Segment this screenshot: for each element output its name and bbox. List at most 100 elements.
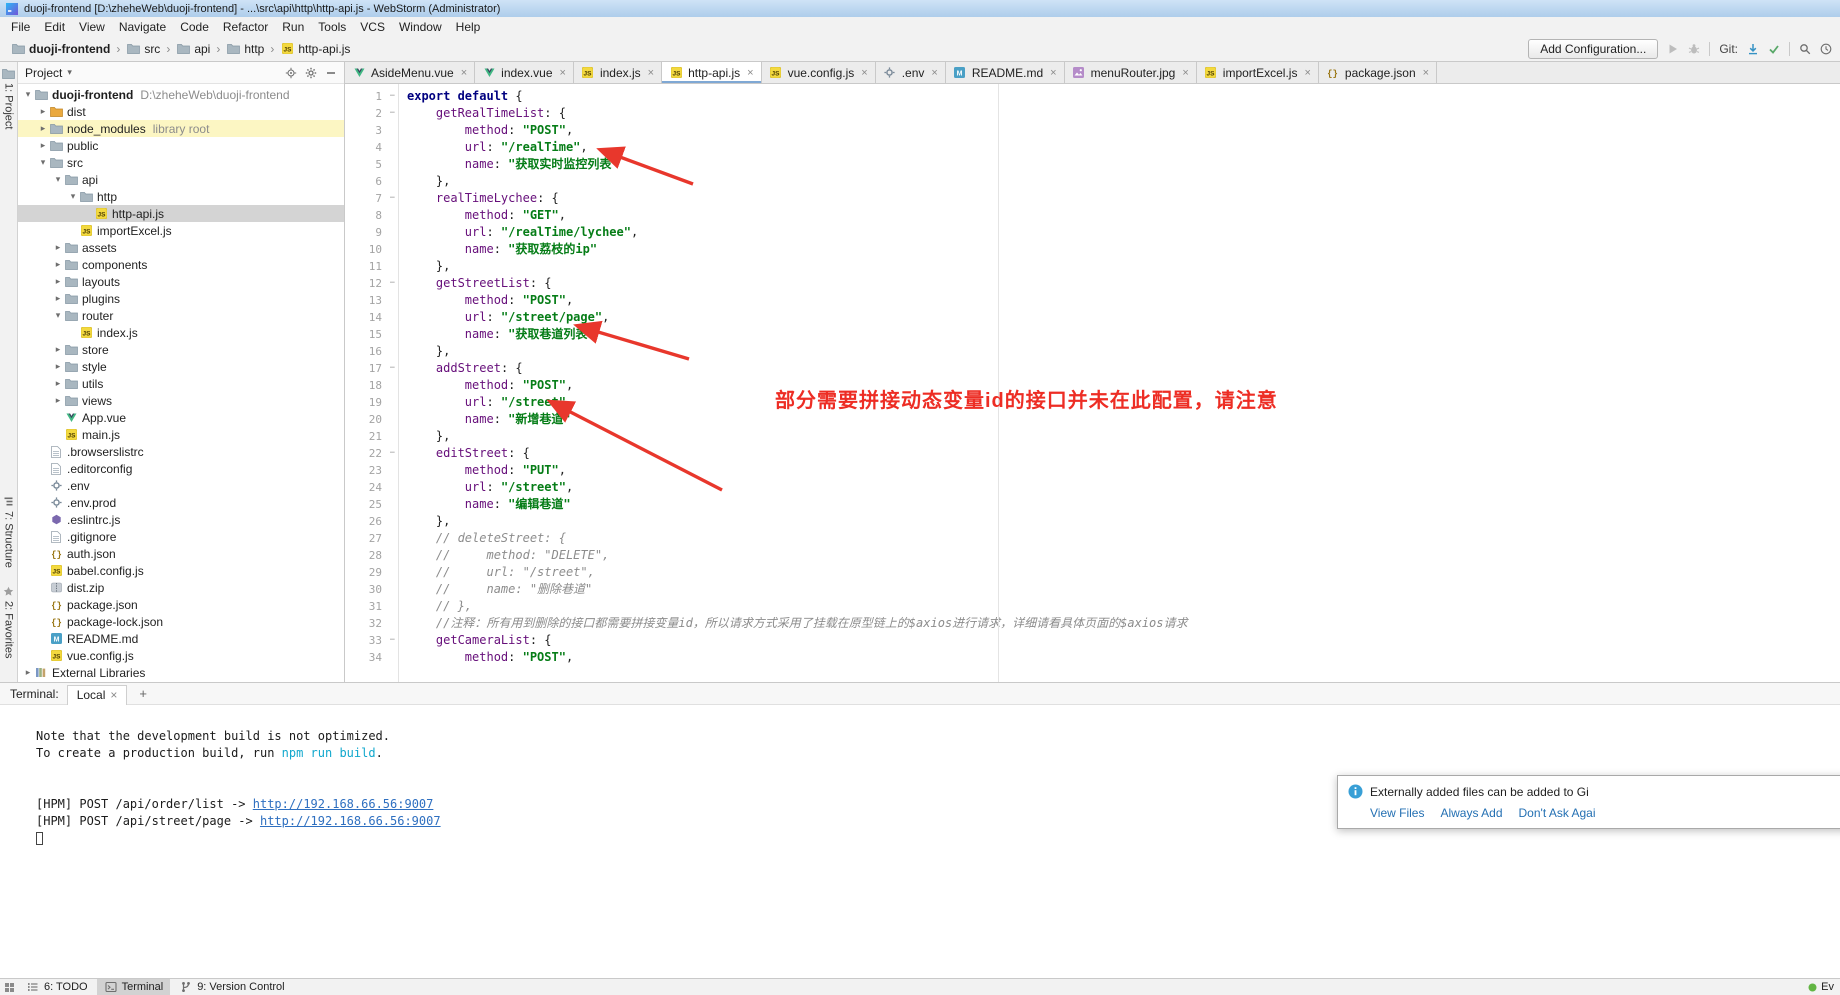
locate-file-icon[interactable] (285, 67, 297, 79)
tree-item-http[interactable]: ▾http (18, 188, 344, 205)
search-everywhere-icon[interactable] (1799, 43, 1811, 55)
chevron-down-icon[interactable]: ▾ (37, 157, 49, 168)
menu-run[interactable]: Run (275, 18, 311, 36)
hide-panel-icon[interactable] (325, 67, 337, 79)
tree-item-http-api-js[interactable]: JShttp-api.js (18, 205, 344, 222)
chevron-right-icon[interactable]: ▸ (52, 361, 64, 372)
toolwindow-terminal[interactable]: Terminal (97, 979, 171, 995)
chevron-down-icon[interactable]: ▾ (67, 191, 79, 202)
tree-item-api[interactable]: ▾api (18, 171, 344, 188)
tree-item-style[interactable]: ▸style (18, 358, 344, 375)
code-area[interactable]: 1−2−34567−89101112−1314151617−1819202122… (345, 84, 1840, 682)
toolwindow-6-todo[interactable]: 6: TODO (19, 979, 95, 995)
menu-file[interactable]: File (4, 18, 37, 36)
fold-icon[interactable]: − (390, 105, 395, 122)
close-icon[interactable]: × (110, 688, 117, 702)
tree-item-dist-zip[interactable]: dist.zip (18, 579, 344, 596)
tree-item-readme-md[interactable]: MREADME.md (18, 630, 344, 647)
tree-item-plugins[interactable]: ▸plugins (18, 290, 344, 307)
menu-tools[interactable]: Tools (311, 18, 353, 36)
tab-readme-md[interactable]: MREADME.md× (946, 62, 1065, 83)
tree-item-main-js[interactable]: JSmain.js (18, 426, 344, 443)
tree-item-auth-json[interactable]: {}auth.json (18, 545, 344, 562)
fold-icon[interactable]: − (390, 360, 395, 377)
breadcrumb-src[interactable]: src (123, 41, 163, 57)
tree-item-node-modules[interactable]: ▸node_moduleslibrary root (18, 120, 344, 137)
tree-item-editorconfig[interactable]: .editorconfig (18, 460, 344, 477)
menu-vcs[interactable]: VCS (353, 18, 392, 36)
breadcrumb-http[interactable]: http (223, 41, 267, 57)
menu-view[interactable]: View (72, 18, 112, 36)
breadcrumb-http-api-js[interactable]: JShttp-api.js (277, 41, 353, 57)
tree-item-env[interactable]: .env (18, 477, 344, 494)
chevron-right-icon[interactable]: ▸ (52, 276, 64, 287)
tab-http-api-js[interactable]: JShttp-api.js× (662, 62, 761, 83)
chevron-down-icon[interactable]: ▾ (22, 89, 34, 100)
terminal-link[interactable]: http://192.168.66.56:9007 (260, 814, 441, 828)
menu-window[interactable]: Window (392, 18, 449, 36)
tab-importexcel-js[interactable]: JSimportExcel.js× (1197, 62, 1319, 83)
close-icon[interactable]: × (1304, 67, 1310, 79)
close-icon[interactable]: × (1050, 67, 1056, 79)
fold-icon[interactable]: − (390, 275, 395, 292)
notification-action-don-t-ask-agai[interactable]: Don't Ask Agai (1519, 806, 1596, 820)
git-commit-icon[interactable] (1768, 43, 1780, 55)
menu-code[interactable]: Code (173, 18, 216, 36)
chevron-right-icon[interactable]: ▸ (37, 123, 49, 134)
menu-help[interactable]: Help (449, 18, 488, 36)
tab-package-json[interactable]: {}package.json× (1319, 62, 1437, 83)
fold-icon[interactable]: − (390, 88, 395, 105)
chevron-right-icon[interactable]: ▸ (52, 378, 64, 389)
tree-item-package-lock-json[interactable]: {}package-lock.json (18, 613, 344, 630)
tree-item-vue-config-js[interactable]: JSvue.config.js (18, 647, 344, 664)
tree-item-package-json[interactable]: {}package.json (18, 596, 344, 613)
fold-icon[interactable]: − (390, 190, 395, 207)
tree-item-dist[interactable]: ▸dist (18, 103, 344, 120)
tree-item-assets[interactable]: ▸assets (18, 239, 344, 256)
chevron-right-icon[interactable]: ▸ (22, 667, 34, 678)
tree-item-views[interactable]: ▸views (18, 392, 344, 409)
chevron-down-icon[interactable]: ▾ (67, 67, 72, 78)
tool-stripe-7-structure[interactable]: 7: Structure (2, 496, 16, 568)
git-update-icon[interactable] (1747, 43, 1759, 55)
editor-code[interactable]: export default { getRealTimeList: { meth… (399, 84, 1840, 682)
chevron-right-icon[interactable]: ▸ (37, 106, 49, 117)
chevron-down-icon[interactable]: ▾ (52, 174, 64, 185)
terminal-link[interactable]: http://192.168.66.56:9007 (253, 797, 434, 811)
project-panel-title[interactable]: Project (25, 66, 62, 80)
chevron-down-icon[interactable]: ▾ (52, 310, 64, 321)
tool-stripe-1-project[interactable]: 1: Project (2, 68, 16, 129)
tab-index-vue[interactable]: index.vue× (475, 62, 574, 83)
fold-icon[interactable]: − (390, 445, 395, 462)
add-configuration-button[interactable]: Add Configuration... (1528, 39, 1658, 59)
tree-item-src[interactable]: ▾src (18, 154, 344, 171)
close-icon[interactable]: × (1423, 67, 1429, 79)
tree-item-app-vue[interactable]: App.vue (18, 409, 344, 426)
toolwindow-switcher-icon[interactable] (4, 982, 15, 993)
close-icon[interactable]: × (461, 67, 467, 79)
tree-item-duoji-frontend[interactable]: ▾duoji-frontendD:\zheheWeb\duoji-fronten… (18, 86, 344, 103)
tab-index-js[interactable]: JSindex.js× (574, 62, 662, 83)
tool-stripe-2-favorites[interactable]: 2: Favorites (2, 586, 16, 658)
breadcrumb-api[interactable]: api (173, 41, 213, 57)
tree-item-store[interactable]: ▸store (18, 341, 344, 358)
chevron-right-icon[interactable]: ▸ (52, 395, 64, 406)
tree-item-router[interactable]: ▾router (18, 307, 344, 324)
close-icon[interactable]: × (931, 67, 937, 79)
tree-item-index-js[interactable]: JSindex.js (18, 324, 344, 341)
tab-vue-config-js[interactable]: JSvue.config.js× (762, 62, 876, 83)
tab-menurouter-jpg[interactable]: menuRouter.jpg× (1065, 62, 1197, 83)
run-button[interactable] (1667, 43, 1679, 55)
tree-item-public[interactable]: ▸public (18, 137, 344, 154)
chevron-right-icon[interactable]: ▸ (52, 242, 64, 253)
breadcrumb-duoji-frontend[interactable]: duoji-frontend (8, 41, 113, 57)
debug-button[interactable] (1688, 43, 1700, 55)
menu-edit[interactable]: Edit (37, 18, 72, 36)
tree-item-env-prod[interactable]: .env.prod (18, 494, 344, 511)
tree-item-layouts[interactable]: ▸layouts (18, 273, 344, 290)
local-history-icon[interactable] (1820, 43, 1832, 55)
terminal-tab-local[interactable]: Local × (67, 685, 128, 705)
tree-item-external-libraries[interactable]: ▸External Libraries (18, 664, 344, 681)
tree-item-gitignore[interactable]: .gitignore (18, 528, 344, 545)
tree-item-utils[interactable]: ▸utils (18, 375, 344, 392)
